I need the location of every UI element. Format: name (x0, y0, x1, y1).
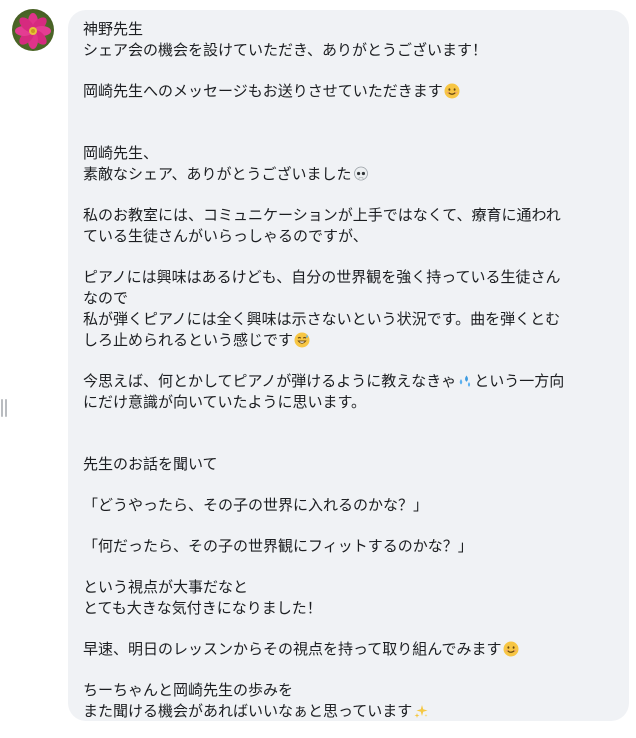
message-line: 岡崎先生、 (83, 144, 159, 162)
message-line: なので (83, 289, 129, 307)
message-line: 「何だったら、その子の世界観にフィットするのかな？」 (83, 537, 473, 555)
message-line: 「どうやったら、その子の世界に入れるのかな？」 (83, 496, 429, 514)
message-line: にだけ意識が向いていたように思います。 (83, 393, 367, 411)
avatar[interactable] (12, 9, 54, 51)
message-line: また聞ける機会があればいいなぁと思っています (83, 701, 615, 722)
message-line: 岡崎先生へのメッセージもお送りさせていただきます (83, 81, 615, 102)
message-bubble: 神野先生 シェア会の機会を設けていただき、ありがとうございます！ 岡崎先生へのメ… (68, 10, 629, 721)
message-line: ている生徒さんがいらっしゃるのですが、 (83, 227, 368, 245)
sparkles-emoji-icon (413, 703, 429, 719)
grinning-sweat-emoji-icon (294, 332, 310, 348)
message-line: という視点が大事だなと (83, 578, 249, 596)
resize-handle[interactable] (1, 399, 9, 417)
message-line: とても大きな気付きになりました！ (83, 599, 322, 617)
message-line: しろ止められるという感じです (83, 330, 615, 351)
cosmos-flower-icon (15, 13, 51, 49)
message-line: 素敵なシェア、ありがとうございました (83, 164, 615, 185)
message-line: 先生のお話を聞いて (83, 455, 218, 473)
message-line: 今思えば、何とかしてピアノが弾けるように教えなきゃ という一方向 (83, 372, 565, 390)
smiling-face-emoji-icon (444, 83, 460, 99)
sender-name[interactable]: 神野先生 (83, 19, 615, 40)
message-line: 私が弾くピアノには全く興味は示さないという状況です。曲を弾くとむ (83, 310, 561, 328)
message-line: シェア会の機会を設けていただき、ありがとうございます！ (83, 41, 487, 59)
message-line: ちーちゃんと岡崎先生の歩みを (83, 681, 294, 699)
skull-emoji-icon (353, 166, 369, 182)
message-line: ピアノには興味はあるけども、自分の世界観を強く持っている生徒さん (83, 268, 561, 286)
smiling-face-emoji-icon (503, 641, 519, 657)
message-line: 私のお教室には、コミュニケーションが上手ではなくて、療育に通われ (83, 206, 561, 224)
message-line: 早速、明日のレッスンからその視点を持って取り組んでみます (83, 639, 615, 660)
sweat-droplets-emoji-icon (457, 373, 473, 389)
